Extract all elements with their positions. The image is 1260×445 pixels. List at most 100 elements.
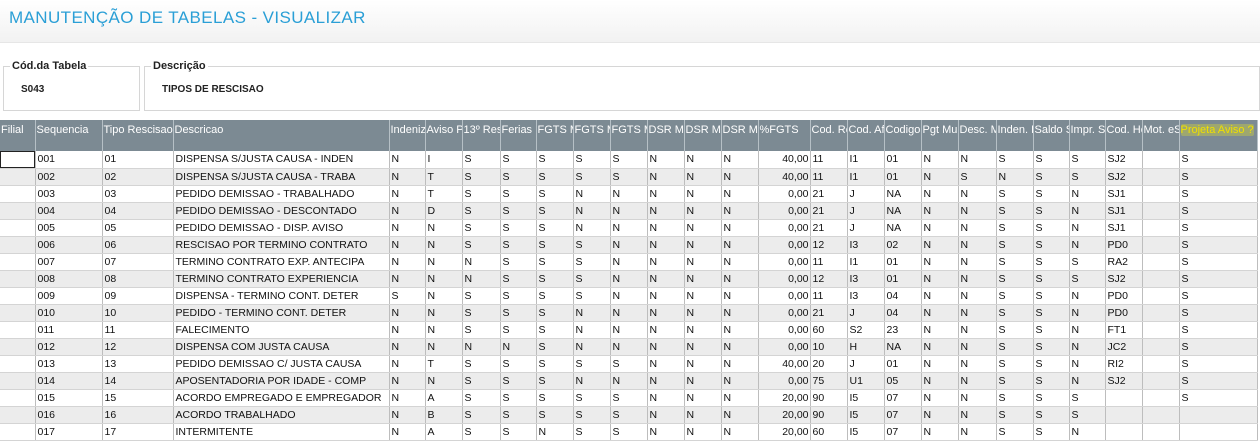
table-cell[interactable]: S [1179, 185, 1258, 203]
table-cell[interactable]: S [536, 185, 574, 203]
table-cell[interactable]: N [1069, 202, 1106, 220]
table-cell[interactable]: N [721, 151, 759, 169]
table-cell[interactable]: 010 [35, 304, 103, 322]
table-cell[interactable]: N [921, 423, 959, 441]
table-cell[interactable]: N [389, 338, 426, 356]
table-cell[interactable] [0, 185, 36, 203]
table-cell[interactable]: SJ2 [1105, 168, 1143, 186]
table-cell[interactable]: N [721, 321, 759, 339]
table-cell[interactable] [0, 270, 36, 288]
table-cell[interactable] [1142, 151, 1180, 169]
table-cell[interactable]: N [721, 168, 759, 186]
table-row[interactable]: 017 17 INTERMITENTE N A S S N S S N N N 20,00 60 I5 07 N N… [0, 423, 1258, 441]
table-cell[interactable]: S [1033, 270, 1070, 288]
table-cell[interactable]: S [996, 389, 1034, 407]
table-cell[interactable]: 12 [102, 338, 174, 356]
table-cell[interactable]: 001 [35, 151, 103, 169]
table-cell[interactable]: N [647, 304, 685, 322]
table-cell[interactable]: S [500, 304, 537, 322]
table-cell[interactable]: N [647, 219, 685, 237]
table-cell[interactable]: N [389, 389, 426, 407]
table-cell[interactable]: N [610, 185, 648, 203]
table-cell[interactable]: T [425, 168, 463, 186]
table-cell[interactable] [1142, 355, 1180, 373]
table-cell[interactable]: 02 [102, 168, 174, 186]
table-cell[interactable]: S [1069, 168, 1106, 186]
table-cell[interactable]: N [721, 406, 759, 424]
table-cell[interactable]: S [536, 236, 574, 254]
table-cell[interactable]: 006 [35, 236, 103, 254]
table-cell[interactable]: N [921, 287, 959, 305]
table-cell[interactable]: 017 [35, 423, 103, 441]
table-cell[interactable]: S [996, 321, 1034, 339]
table-cell[interactable]: NA [884, 202, 922, 220]
table-cell[interactable] [1142, 202, 1180, 220]
table-cell[interactable]: I1 [847, 168, 885, 186]
table-cell[interactable]: S [536, 304, 574, 322]
table-cell[interactable]: 11 [810, 253, 848, 271]
table-cell[interactable]: N [389, 270, 426, 288]
table-cell[interactable]: N [684, 406, 722, 424]
table-cell[interactable]: N [684, 338, 722, 356]
table-cell[interactable]: FALECIMENTO [173, 321, 390, 339]
table-cell[interactable]: TERMINO CONTRATO EXP. ANTECIPA [173, 253, 390, 271]
table-cell[interactable] [1142, 185, 1180, 203]
table-cell[interactable]: S [462, 236, 501, 254]
table-cell[interactable]: N [958, 236, 997, 254]
column-header[interactable]: FGTS M [536, 120, 574, 151]
column-header[interactable]: DSR Me [684, 120, 722, 151]
table-cell[interactable]: 007 [35, 253, 103, 271]
table-cell[interactable]: I1 [847, 151, 885, 169]
table-row[interactable]: 007 07 TERMINO CONTRATO EXP. ANTECIPA N N N S S… [0, 253, 1258, 271]
table-cell[interactable]: 15 [102, 389, 174, 407]
table-cell[interactable]: N [721, 185, 759, 203]
table-cell[interactable]: S [996, 202, 1034, 220]
table-cell[interactable]: N [921, 321, 959, 339]
table-cell[interactable]: N [921, 338, 959, 356]
table-cell[interactable]: S [1033, 253, 1070, 271]
table-cell[interactable] [1105, 406, 1143, 424]
table-cell[interactable]: N [610, 321, 648, 339]
table-cell[interactable]: S [1033, 304, 1070, 322]
table-cell[interactable]: S [996, 423, 1034, 441]
table-cell[interactable]: N [921, 219, 959, 237]
table-cell[interactable]: N [721, 236, 759, 254]
table-cell[interactable]: PD0 [1105, 287, 1143, 305]
table-cell[interactable]: 11 [102, 321, 174, 339]
table-cell[interactable]: N [389, 185, 426, 203]
table-cell[interactable]: N [684, 304, 722, 322]
column-header[interactable]: 13º Res [462, 120, 501, 151]
table-cell[interactable]: S [996, 304, 1034, 322]
table-cell[interactable]: N [425, 287, 463, 305]
table-cell[interactable]: PEDIDO DEMISSAO - DISP. AVISO [173, 219, 390, 237]
table-cell[interactable]: N [684, 372, 722, 390]
table-cell[interactable]: S [462, 406, 501, 424]
table-cell[interactable]: A [425, 423, 463, 441]
table-cell[interactable]: S [1033, 287, 1070, 305]
table-cell[interactable]: PD0 [1105, 304, 1143, 322]
table-cell[interactable] [0, 372, 36, 390]
table-cell[interactable]: S [1069, 270, 1106, 288]
table-cell[interactable] [0, 236, 36, 254]
table-cell[interactable]: S [500, 287, 537, 305]
table-cell[interactable]: 03 [102, 185, 174, 203]
table-cell[interactable]: S [536, 168, 574, 186]
table-cell[interactable]: S [573, 151, 611, 169]
table-cell[interactable]: B [425, 406, 463, 424]
table-cell[interactable]: FT1 [1105, 321, 1143, 339]
table-cell[interactable]: N [921, 372, 959, 390]
table-cell[interactable]: N [425, 219, 463, 237]
table-cell[interactable]: I3 [847, 287, 885, 305]
table-cell[interactable]: I3 [847, 236, 885, 254]
table-cell[interactable]: S [610, 355, 648, 373]
table-cell[interactable]: S [1069, 406, 1106, 424]
table-cell[interactable]: N [647, 151, 685, 169]
table-cell[interactable]: N [389, 304, 426, 322]
table-cell[interactable]: N [958, 202, 997, 220]
table-cell[interactable]: 09 [102, 287, 174, 305]
table-cell[interactable]: 01 [884, 253, 922, 271]
table-cell[interactable]: N [1069, 287, 1106, 305]
column-header[interactable]: Ferias [500, 120, 537, 151]
table-row[interactable]: 013 13 PEDIDO DEMISSAO C/ JUSTA CAUSA N T S S S… [0, 355, 1258, 373]
table-cell[interactable]: 40,00 [758, 168, 811, 186]
